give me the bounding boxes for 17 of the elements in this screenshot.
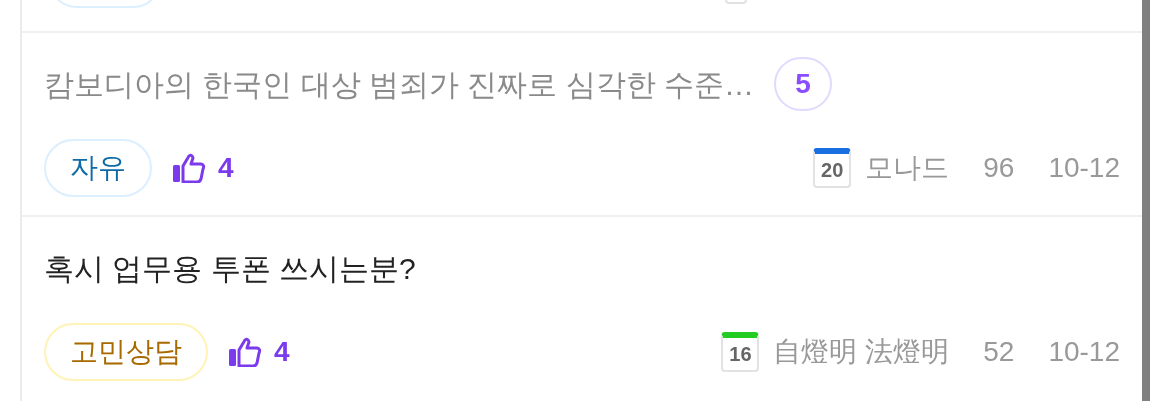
post-date: 10-12 (1048, 335, 1120, 370)
category-tag[interactable]: 자유 (44, 139, 152, 198)
like-count: 4 (274, 335, 290, 370)
thumbs-up-icon (172, 153, 206, 184)
like-count: 4 (218, 151, 234, 186)
author-name[interactable]: 모나드 (865, 147, 950, 190)
level-badge: 16 (721, 332, 760, 373)
level-badge: 20 (813, 148, 852, 189)
view-count: 52 (983, 335, 1015, 370)
post-date: 10-12 (1048, 151, 1120, 186)
comment-count: 5 (774, 57, 832, 112)
thumbs-up-icon (228, 337, 262, 368)
category-tag[interactable]: 고민상담 (44, 323, 208, 382)
post-title[interactable]: 캄보디아의 한국인 대상 범죄가 진짜로 심각한 수준… (44, 61, 754, 107)
view-count: 96 (983, 151, 1015, 186)
author-name[interactable]: 自燈明 法燈明 (773, 331, 950, 374)
post-title[interactable]: 혹시 업무용 투폰 쓰시는분? (44, 245, 416, 291)
